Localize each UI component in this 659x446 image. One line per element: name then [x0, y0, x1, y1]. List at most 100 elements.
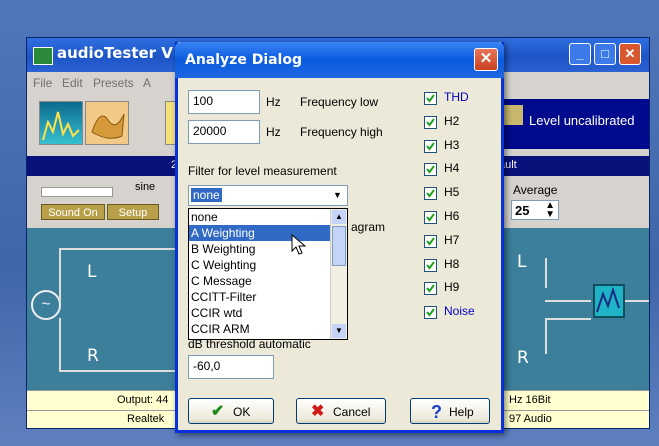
dialog-title: Analyze Dialog	[185, 52, 302, 68]
filter-dropdown-list[interactable]: none A Weighting B Weighting C Weighting…	[188, 208, 348, 340]
sound-on-button[interactable]: Sound On	[41, 204, 105, 220]
maximize-icon[interactable]: □	[594, 43, 616, 65]
menu-presets[interactable]: Presets	[93, 76, 134, 90]
menu-file[interactable]: File	[33, 76, 52, 90]
frequency-high-input[interactable]: 20000	[188, 120, 260, 144]
checkbox-row[interactable]: H3	[424, 138, 504, 156]
checkbox[interactable]	[424, 139, 437, 153]
checkbox-label: H8	[444, 256, 460, 271]
checkbox-row[interactable]: H7	[424, 233, 504, 251]
dialog-titlebar: Analyze Dialog ✕	[175, 42, 504, 78]
checkmark-icon	[426, 94, 435, 103]
checkbox-row[interactable]: H2	[424, 114, 504, 132]
analyze-dialog: Analyze Dialog ✕ 100 Hz Frequency low 20…	[175, 42, 504, 433]
status-output-right: Hz 16Bit	[509, 394, 551, 406]
checkmark-icon	[426, 284, 435, 294]
channel-left-label: L	[87, 262, 97, 282]
dropdown-scrollbar[interactable]: ▲ ▼	[330, 209, 347, 339]
dropdown-option[interactable]: CCIR ARM	[189, 321, 347, 337]
frequency-high-unit: Hz	[266, 125, 281, 139]
wire	[545, 258, 547, 288]
filter-select[interactable]: none ▼	[188, 185, 348, 206]
checkbox-row[interactable]: H8	[424, 257, 504, 275]
channel-right-label-right: R	[517, 348, 529, 368]
spectrum-view-icon[interactable]	[39, 101, 83, 145]
checkmark-icon	[426, 237, 435, 246]
level-icon	[501, 105, 523, 125]
checkbox-row[interactable]: H6	[424, 209, 504, 227]
threshold-label: dB threshold automatic	[188, 337, 311, 351]
cancel-button[interactable]: ✖ Cancel	[296, 398, 386, 424]
dropdown-option[interactable]: CCITT-Filter	[189, 289, 347, 305]
status-output-left: Output: 44	[117, 394, 169, 406]
dropdown-option-highlighted[interactable]: A Weighting	[189, 225, 347, 241]
checkbox[interactable]	[424, 187, 437, 201]
partial-label: agram	[351, 220, 386, 234]
wire	[625, 300, 649, 302]
frequency-low-label: Frequency low	[300, 95, 379, 109]
dropdown-option[interactable]: B Weighting	[189, 241, 347, 257]
checkbox[interactable]	[424, 258, 437, 272]
waterfall-view-icon[interactable]	[85, 101, 129, 145]
ok-label: OK	[233, 405, 251, 419]
sine-generator-icon[interactable]: ~	[31, 290, 61, 320]
checkbox-label: THD	[444, 90, 469, 104]
checkbox-row[interactable]: THD	[424, 90, 504, 108]
dropdown-option[interactable]: CCIR wtd	[189, 305, 347, 321]
wire	[59, 318, 61, 370]
check-icon: ✔	[211, 403, 225, 420]
app-icon	[33, 47, 53, 65]
checkbox[interactable]	[424, 163, 437, 177]
help-button[interactable]: ? Help	[410, 398, 490, 424]
level-meter-panel[interactable]: Level uncalibrated	[497, 99, 649, 149]
checkbox-row[interactable]: H4	[424, 161, 504, 179]
threshold-input[interactable]: -60,0	[188, 355, 274, 379]
analyzer-icon[interactable]	[593, 284, 625, 318]
checkbox-row[interactable]: H5	[424, 185, 504, 203]
wire	[545, 318, 547, 354]
menu-analyze[interactable]: A	[143, 76, 151, 90]
help-label: Help	[449, 405, 474, 419]
average-label: Average	[513, 183, 558, 197]
close-icon[interactable]: ✕	[474, 48, 498, 71]
checkbox-row[interactable]: Noise	[424, 304, 504, 322]
cross-icon: ✖	[311, 403, 325, 420]
close-icon[interactable]: ✕	[619, 43, 641, 65]
generator-slider[interactable]	[41, 187, 113, 197]
dropdown-option[interactable]: C Weighting	[189, 257, 347, 273]
checkmark-icon	[426, 308, 435, 317]
checkbox-label: H2	[444, 113, 460, 128]
setup-button[interactable]: Setup	[107, 204, 159, 220]
dropdown-option[interactable]: none	[189, 209, 347, 225]
ok-button[interactable]: ✔ OK	[188, 398, 274, 424]
harmonics-checkboxes: THD H2 H3 H4 H5 H6 H7 H8 H9 Noise	[424, 90, 504, 330]
dropdown-option[interactable]: C Message	[189, 273, 347, 289]
scroll-thumb[interactable]	[332, 226, 346, 266]
wire	[59, 248, 61, 302]
wire	[59, 248, 177, 250]
checkbox[interactable]	[424, 92, 437, 105]
frequency-low-input[interactable]: 100	[188, 90, 260, 114]
mouse-cursor-icon	[291, 234, 307, 255]
spinner-arrows-icon[interactable]: ▲ ▼	[545, 201, 555, 220]
average-spinner[interactable]: 25 ▲ ▼	[511, 200, 559, 220]
checkmark-icon	[426, 141, 435, 151]
chevron-down-icon[interactable]: ▼	[330, 188, 345, 203]
checkbox[interactable]	[424, 211, 437, 224]
scroll-down-icon[interactable]: ▼	[332, 324, 346, 338]
checkbox[interactable]	[424, 115, 437, 129]
level-status: Level uncalibrated	[529, 113, 635, 128]
menu-edit[interactable]: Edit	[62, 76, 83, 90]
average-value: 25	[515, 203, 530, 218]
frequency-low-unit: Hz	[266, 95, 281, 109]
checkbox-label: Noise	[444, 304, 475, 319]
minimize-icon[interactable]: _	[569, 43, 591, 65]
scroll-up-icon[interactable]: ▲	[332, 210, 346, 224]
checkbox[interactable]	[424, 282, 437, 296]
checkbox[interactable]	[424, 306, 437, 320]
checkbox-label: H9	[444, 280, 460, 295]
checkbox-row[interactable]: H9	[424, 280, 504, 298]
channel-right-label: R	[87, 346, 99, 366]
wire	[545, 318, 591, 320]
checkbox[interactable]	[424, 234, 437, 248]
